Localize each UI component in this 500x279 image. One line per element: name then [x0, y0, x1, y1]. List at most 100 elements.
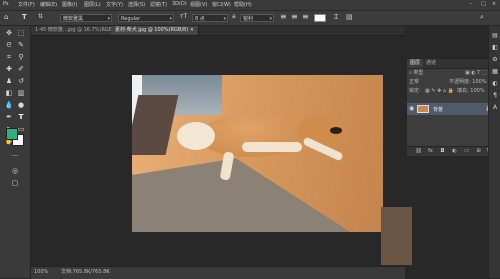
align-left-icon[interactable]: ≡: [280, 12, 287, 22]
menu-select[interactable]: 选择(S): [128, 1, 145, 8]
menu-3d[interactable]: 3D(D): [172, 1, 187, 7]
eyedropper-icon[interactable]: ⚲: [16, 52, 26, 62]
document-tabs: 1-45 微软雅...jpg @ 16.7%(RGB/8) × 素材-柴犬.jp…: [31, 26, 405, 36]
crop-icon[interactable]: ⌗: [4, 52, 14, 62]
foreground-color-swatch[interactable]: [6, 128, 18, 140]
antialias-value: 锐利: [243, 16, 254, 22]
tab-channels[interactable]: 通道: [423, 59, 439, 68]
move-icon[interactable]: ✥: [4, 28, 14, 38]
panel-tabs: 图层 通道 ≡: [407, 59, 495, 69]
screen-mode-icon[interactable]: ▢: [10, 178, 20, 188]
antialias-select[interactable]: 锐利 ▾: [240, 14, 274, 22]
brush-icon[interactable]: ✐: [16, 64, 26, 74]
menu-help[interactable]: 帮助(H): [234, 1, 252, 8]
history-icon[interactable]: ▤: [491, 32, 499, 40]
dog-belly: [242, 142, 302, 152]
menu-layer[interactable]: 图层(L): [84, 1, 101, 8]
dog-leg: [219, 151, 235, 181]
lock-icons[interactable]: ▦ ✎ ✥ ⌂ 🔒: [425, 88, 454, 95]
close-icon[interactable]: ×: [492, 1, 496, 7]
chevron-down-icon: ▾: [107, 16, 110, 22]
font-style-value: Regular: [121, 16, 141, 22]
character-icon[interactable]: A: [491, 104, 499, 112]
color-block: [381, 207, 412, 265]
warp-text-icon[interactable]: Ꮖ: [334, 12, 339, 22]
font-style-select[interactable]: Regular ▾: [118, 14, 174, 22]
pen-icon[interactable]: ✒: [4, 112, 14, 122]
document-size: 文档:765.8K/765.8K: [61, 269, 110, 275]
lock-label: 锁定:: [409, 88, 421, 94]
menu-view[interactable]: 视图(V): [190, 1, 207, 8]
marquee-icon[interactable]: ⬚: [16, 28, 26, 38]
properties-icon[interactable]: ⚙: [491, 56, 499, 64]
stamp-icon[interactable]: ♟: [4, 76, 14, 86]
layer-thumbnail: [417, 105, 429, 113]
align-center-icon[interactable]: ≡: [291, 12, 298, 22]
right-dock: ▤ ◧ ⚙ ▦ ◐ ¶ A: [488, 26, 500, 278]
menu-edit[interactable]: 编辑(E): [40, 1, 57, 8]
font-family-value: 微软雅黑: [63, 16, 84, 22]
app-logo-icon: Ps: [3, 1, 9, 7]
menu-image[interactable]: 图像(I): [62, 1, 77, 8]
eraser-icon[interactable]: ◧: [4, 88, 14, 98]
canvas-image[interactable]: [132, 75, 383, 232]
font-size-icon: ᴛT: [180, 13, 188, 20]
antialias-label: a: [232, 13, 236, 20]
align-right-icon[interactable]: ≡: [302, 12, 309, 22]
blend-mode-select[interactable]: 正常: [409, 79, 419, 85]
menu-filter[interactable]: 滤镜(T): [150, 1, 167, 8]
more-tools-icon[interactable]: …: [10, 149, 20, 159]
adjustments-icon[interactable]: ◐: [491, 80, 499, 88]
history-brush-icon[interactable]: ↺: [16, 76, 26, 86]
menu-bar: Ps 文件(F) 编辑(E) 图像(I) 图层(L) 文字(Y) 选择(S) 滤…: [0, 0, 500, 11]
menu-file[interactable]: 文件(F): [18, 1, 35, 8]
home-icon[interactable]: ⌂: [4, 12, 8, 22]
tab-layers[interactable]: 图层: [407, 59, 424, 68]
dog-nose: [330, 127, 342, 134]
lasso-icon[interactable]: ᘓ: [4, 40, 14, 50]
fill-field[interactable]: 填充: 100%: [457, 88, 485, 95]
link-icon[interactable]: ⛓: [415, 148, 422, 155]
menu-type[interactable]: 文字(Y): [106, 1, 123, 8]
font-size-value: 8 点: [195, 16, 205, 22]
maximize-icon[interactable]: □: [481, 1, 486, 7]
mask-icon[interactable]: ◘: [439, 148, 446, 155]
folder-icon[interactable]: ▭: [463, 148, 470, 155]
character-panel-icon[interactable]: ▤: [346, 12, 353, 22]
dog: [162, 110, 344, 181]
new-layer-icon[interactable]: ⊞: [475, 148, 482, 155]
adjustment-icon[interactable]: ◐: [451, 148, 458, 155]
healing-icon[interactable]: ✚: [4, 64, 14, 74]
font-family-select[interactable]: 微软雅黑 ▾: [60, 14, 112, 22]
text-orientation-icon[interactable]: ⇅: [38, 12, 43, 22]
chevron-down-icon: ▾: [269, 16, 272, 22]
status-bar: 100% 文档:765.8K/765.8K ›: [31, 266, 405, 279]
layer-name[interactable]: 背景: [433, 106, 443, 113]
menu-window[interactable]: 窗口(W): [212, 1, 231, 8]
zoom-level[interactable]: 100%: [34, 267, 48, 278]
search-icon: ⌕: [409, 70, 412, 76]
kind-filter[interactable]: 类型: [413, 70, 423, 76]
tab-doc-2[interactable]: 素材-柴犬.jpg @ 100%(RGB/8) ×: [111, 26, 199, 35]
fx-icon[interactable]: fx: [427, 148, 434, 155]
status-arrow-icon[interactable]: ›: [107, 267, 109, 278]
layer-filter-row: ⌕ 类型 ▣ ◐ T ⬚ ▢: [409, 70, 493, 77]
color-icon[interactable]: ◧: [491, 44, 499, 52]
font-size-select[interactable]: 8 点 ▾: [192, 14, 228, 22]
quick-mask-icon[interactable]: ◎: [10, 166, 20, 176]
opacity-field[interactable]: 不透明度: 100%: [449, 79, 487, 86]
swatches-icon[interactable]: ▦: [491, 68, 499, 76]
layer-row-background[interactable]: ◉ 背景 🔒: [407, 103, 495, 115]
search-icon[interactable]: ⌕: [480, 12, 484, 22]
type-tool-preset-icon[interactable]: T: [22, 12, 27, 22]
type-icon[interactable]: T: [16, 112, 26, 122]
dodge-icon[interactable]: ●: [16, 100, 26, 110]
blur-icon[interactable]: 💧: [4, 100, 14, 110]
quick-select-icon[interactable]: ✎: [16, 40, 26, 50]
paragraph-icon[interactable]: ¶: [491, 92, 499, 100]
gradient-icon[interactable]: ▥: [16, 88, 26, 98]
blend-row: 正常 不透明度: 100%: [409, 79, 493, 86]
eye-icon[interactable]: ◉: [409, 105, 414, 112]
text-color-swatch[interactable]: [314, 14, 326, 22]
minimize-icon[interactable]: –: [470, 1, 473, 7]
